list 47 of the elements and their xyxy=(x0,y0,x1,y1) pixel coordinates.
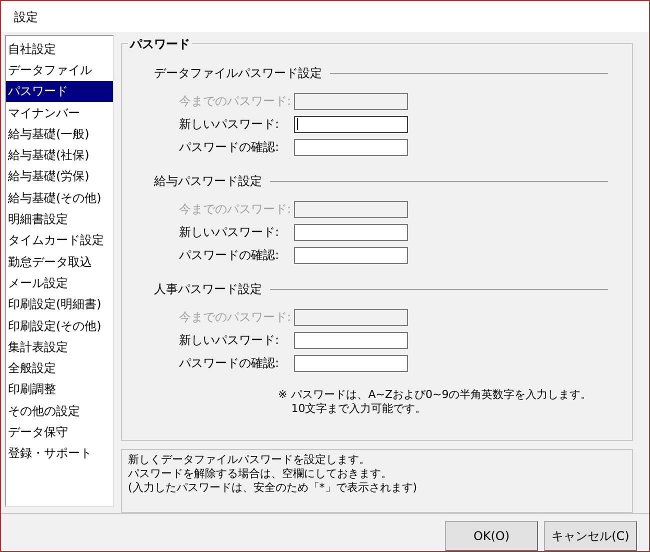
sidebar-item[interactable]: メール設定 xyxy=(6,272,113,294)
field-label: パスワードの確認: xyxy=(179,139,280,156)
sidebar-item[interactable]: 登録・サポート xyxy=(6,442,113,464)
field-label: 新しいパスワード: xyxy=(179,224,280,241)
password-field[interactable] xyxy=(294,138,408,156)
section-title: 人事パスワード設定 xyxy=(154,281,262,298)
sidebar-item[interactable]: タイムカード設定 xyxy=(6,230,113,251)
field-label: 今までのパスワード: xyxy=(179,201,292,218)
section-title: 給与パスワード設定 xyxy=(154,173,262,190)
sidebar-item[interactable]: 明細書設定 xyxy=(6,208,113,230)
sidebar-item[interactable]: 印刷調整 xyxy=(6,378,113,400)
password-field[interactable] xyxy=(294,224,408,240)
window-title: 設定 xyxy=(14,8,38,26)
sidebar-item[interactable]: 集計表設定 xyxy=(6,336,113,358)
password-field[interactable] xyxy=(294,116,408,132)
sidebar-item[interactable]: パスワード xyxy=(6,80,113,102)
field-label: 新しいパスワード: xyxy=(179,332,280,349)
sidebar-item[interactable]: データファイル xyxy=(6,59,113,81)
dialog-button[interactable]: OK(O) xyxy=(445,521,538,551)
sidebar-item[interactable]: データ保守 xyxy=(6,421,113,443)
sidebar-item[interactable]: その他の設定 xyxy=(6,400,113,422)
sidebar-item[interactable]: 給与基礎(社保) xyxy=(6,144,113,166)
field-label: 新しいパスワード: xyxy=(179,116,280,133)
note-mark: ※ xyxy=(278,388,288,403)
password-field[interactable] xyxy=(294,354,408,372)
sidebar-item[interactable]: 給与基礎(その他) xyxy=(6,187,113,208)
sidebar-item[interactable]: マイナンバー xyxy=(6,102,113,124)
field-label: パスワードの確認: xyxy=(179,247,280,264)
field-label: パスワードの確認: xyxy=(179,355,280,372)
password-field[interactable] xyxy=(294,246,408,264)
sidebar-item[interactable]: 勤怠データ取込 xyxy=(6,250,113,272)
field-label: 今までのパスワード: xyxy=(179,309,292,326)
sidebar-item[interactable]: 自社設定 xyxy=(6,38,113,60)
dialog-button[interactable]: キャンセル(C) xyxy=(544,521,637,551)
info-text: (入力したパスワードは、安全のため「*」で表示されます) xyxy=(128,481,418,495)
note-text: 10文字まで入力可能です。 xyxy=(291,402,428,416)
sidebar-item[interactable]: 全般設定 xyxy=(6,357,113,379)
note-text: パスワードは、A~Zおよび0~9の半角英数字を入力します。 xyxy=(291,388,592,402)
section-title: データファイルパスワード設定 xyxy=(154,65,322,82)
sidebar-item[interactable]: 給与基礎(一般) xyxy=(6,123,113,144)
sidebar-item[interactable]: 給与基礎(労保) xyxy=(6,166,113,188)
info-text: 新しくデータファイルパスワードを設定します。 xyxy=(128,453,371,467)
sidebar-item[interactable]: 印刷設定(その他) xyxy=(6,314,113,336)
sidebar-item[interactable]: 印刷設定(明細書) xyxy=(6,294,113,315)
password-field[interactable] xyxy=(294,332,408,348)
field-label: 今までのパスワード: xyxy=(179,93,292,110)
info-text: パスワードを解除する場合は、空欄にしておきます。 xyxy=(128,467,393,481)
